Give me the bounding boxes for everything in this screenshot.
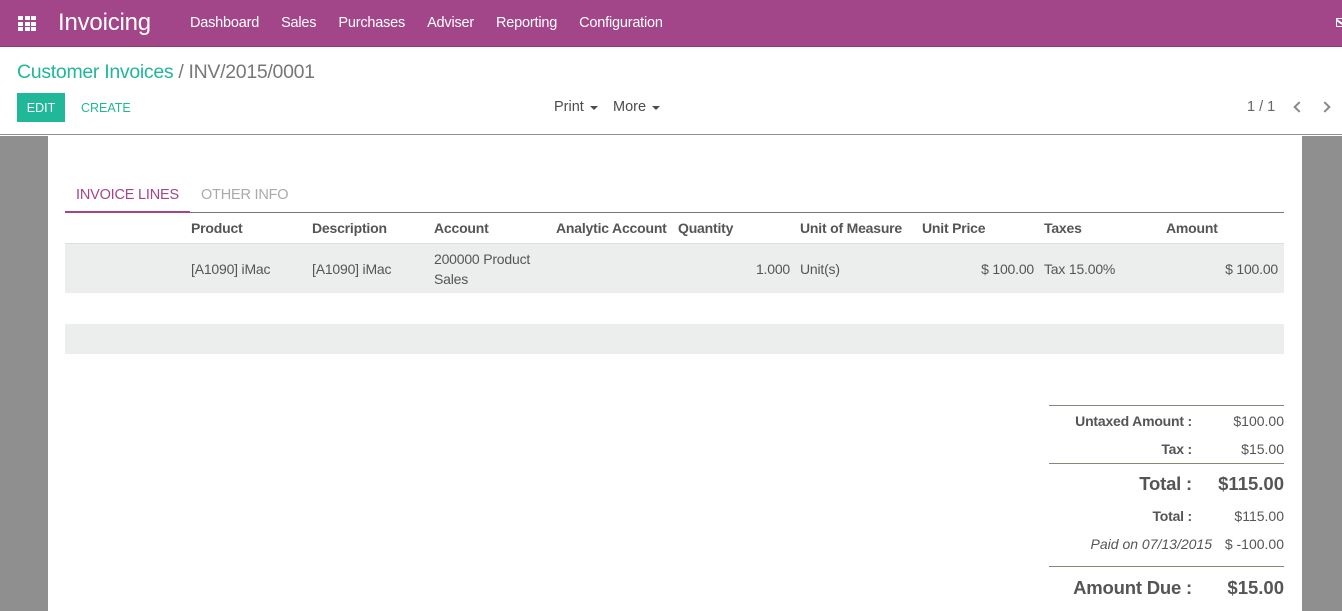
totals-divider — [1049, 566, 1284, 567]
caret-down-icon — [652, 106, 661, 110]
totals-divider — [1049, 405, 1284, 406]
print-label: Print — [554, 99, 584, 115]
top-navbar: Invoicing Dashboard Sales Purchases Advi… — [0, 0, 1342, 47]
column-unit-price[interactable]: Unit Price — [922, 220, 986, 236]
amount-due-label: Amount Due : — [1073, 577, 1192, 598]
tab-invoice-lines[interactable]: INVOICE LINES — [65, 181, 190, 213]
column-product[interactable]: Product — [191, 220, 243, 236]
column-amount[interactable]: Amount — [1166, 220, 1218, 236]
column-quantity[interactable]: Quantity — [678, 220, 733, 236]
table-row[interactable]: [A1090] iMac [A1090] iMac 200000 Product… — [65, 244, 1284, 293]
invoice-lines-table: Product Description Account Analytic Acc… — [65, 213, 1284, 293]
cell-uom: Unit(s) — [800, 261, 840, 277]
tab-other-info[interactable]: OTHER INFO — [190, 181, 299, 213]
total-label: Total : — [1152, 508, 1192, 524]
print-dropdown[interactable]: Print — [554, 99, 598, 115]
breadcrumb-separator: / — [178, 61, 184, 83]
breadcrumb: Customer Invoices / INV/2015/0001 — [17, 61, 315, 84]
cell-account-line2: Sales — [434, 271, 469, 287]
total-big-label: Total : — [1139, 473, 1192, 494]
control-panel: Customer Invoices / INV/2015/0001 EDIT CRE… — [0, 48, 1342, 135]
menu-purchases[interactable]: Purchases — [327, 15, 416, 31]
total-value: $115.00 — [1234, 508, 1284, 524]
more-label: More — [613, 99, 647, 115]
menu-adviser[interactable]: Adviser — [416, 15, 485, 31]
column-taxes[interactable]: Taxes — [1044, 220, 1082, 236]
cell-quantity: 1.000 — [755, 261, 790, 277]
column-analytic-account[interactable]: Analytic Account — [556, 220, 667, 236]
breadcrumb-current: INV/2015/0001 — [188, 61, 316, 83]
amount-due-value: $15.00 — [1227, 577, 1284, 598]
column-unit-of-measure[interactable]: Unit of Measure — [800, 220, 902, 236]
main-menu: Dashboard Sales Purchases Adviser Report… — [179, 15, 674, 31]
total-big-value: $115.00 — [1218, 473, 1284, 494]
breadcrumb-customer-invoices[interactable]: Customer Invoices — [17, 61, 174, 83]
table-header: Product Description Account Analytic Acc… — [65, 213, 1284, 244]
column-account[interactable]: Account — [434, 220, 489, 236]
tax-value: $15.00 — [1241, 441, 1284, 457]
app-title: Invoicing — [58, 9, 151, 36]
pager-next-button[interactable] — [1318, 97, 1333, 117]
more-dropdown[interactable]: More — [613, 99, 661, 115]
untaxed-amount-value: $100.00 — [1233, 413, 1284, 429]
caret-down-icon — [589, 106, 598, 110]
notebook-tabs: INVOICE LINES OTHER INFO — [65, 181, 1284, 213]
cell-taxes: Tax 15.00% — [1044, 261, 1116, 277]
column-description[interactable]: Description — [312, 220, 387, 236]
payment-value: $ -100.00 — [1224, 536, 1284, 552]
cell-unit-price: $ 100.00 — [981, 261, 1034, 277]
tax-label: Tax : — [1161, 441, 1192, 457]
menu-configuration[interactable]: Configuration — [568, 15, 674, 31]
pager-value: 1 / 1 — [1247, 99, 1276, 115]
chevron-left-icon — [1292, 101, 1305, 113]
chevron-right-icon — [1318, 101, 1331, 113]
menu-dashboard[interactable]: Dashboard — [179, 15, 270, 31]
create-button[interactable]: CREATE — [81, 93, 131, 122]
cell-product: [A1090] iMac — [191, 261, 271, 277]
apps-grid-icon[interactable] — [18, 16, 36, 31]
cell-account-line1: 200000 Product — [434, 251, 531, 267]
empty-table-row — [65, 324, 1284, 354]
totals-divider — [1049, 463, 1284, 464]
payment-label[interactable]: Paid on 07/13/2015 — [1091, 536, 1212, 552]
edit-button[interactable]: EDIT — [17, 93, 65, 122]
messages-icon[interactable] — [1336, 18, 1342, 27]
untaxed-amount-label: Untaxed Amount : — [1075, 413, 1192, 429]
menu-sales[interactable]: Sales — [270, 15, 327, 31]
cell-amount: $ 100.00 — [1225, 261, 1278, 277]
pager-previous-button[interactable] — [1290, 97, 1305, 117]
cell-description: [A1090] iMac — [312, 261, 392, 277]
menu-reporting[interactable]: Reporting — [485, 15, 568, 31]
